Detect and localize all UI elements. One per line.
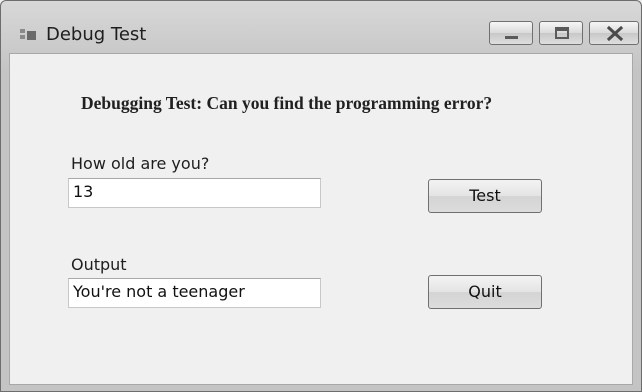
page-title: Debugging Test: Can you find the program… bbox=[81, 93, 493, 113]
quit-button[interactable]: Quit bbox=[428, 275, 542, 309]
age-input[interactable]: 13 bbox=[68, 178, 321, 208]
age-label: How old are you? bbox=[71, 154, 210, 173]
close-icon bbox=[606, 25, 624, 42]
window-title: Debug Test bbox=[46, 24, 147, 45]
output-label: Output bbox=[71, 255, 127, 274]
title-bar[interactable]: Debug Test bbox=[1, 1, 641, 53]
app-icon bbox=[20, 29, 36, 41]
test-button[interactable]: Test bbox=[428, 179, 542, 213]
output-field[interactable]: You're not a teenager bbox=[68, 278, 321, 308]
maximize-button[interactable] bbox=[539, 21, 583, 45]
maximize-icon bbox=[555, 27, 569, 39]
minimize-icon bbox=[505, 36, 518, 39]
minimize-button[interactable] bbox=[489, 21, 533, 45]
close-button[interactable] bbox=[589, 21, 639, 45]
app-window: Debug Test Debugging Test: Can you find … bbox=[0, 0, 642, 392]
